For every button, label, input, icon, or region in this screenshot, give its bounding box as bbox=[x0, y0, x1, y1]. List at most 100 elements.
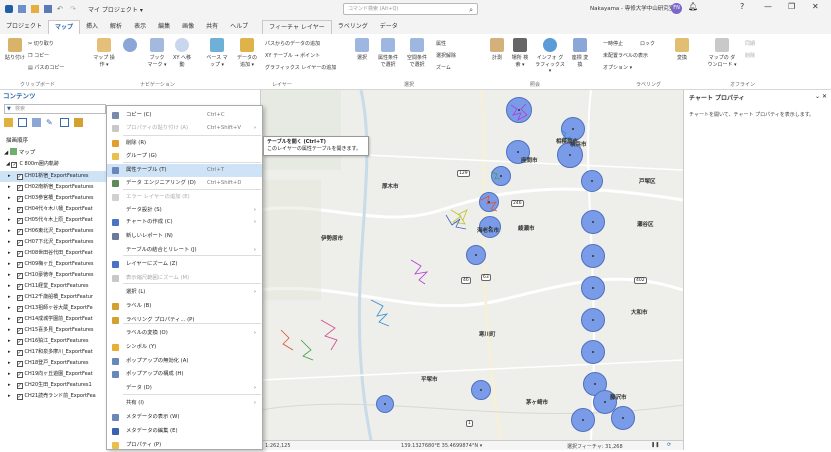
notification-bell-icon[interactable]: 🔔︎ bbox=[688, 2, 698, 11]
menu-item[interactable]: ラベル (B) bbox=[107, 300, 262, 313]
menu-item[interactable]: チャートの作成 (C) › bbox=[107, 216, 262, 229]
restore-button[interactable]: ❐ bbox=[788, 2, 795, 11]
undo-icon[interactable]: ↶ bbox=[57, 5, 65, 13]
tab-feature-layer[interactable]: フィーチャ レイヤー bbox=[262, 20, 332, 34]
select-button[interactable]: 選択 bbox=[353, 38, 371, 61]
locate-button[interactable]: 場所 検索 ▾ bbox=[510, 38, 530, 68]
list-by-drawing-order-icon[interactable] bbox=[4, 118, 13, 127]
cut-button[interactable]: ✂ 切り取り bbox=[28, 40, 54, 47]
tab-view[interactable]: 表示 bbox=[128, 20, 152, 34]
select-by-location-button[interactable]: 空間条件 で選択 bbox=[405, 38, 429, 68]
view-unplaced-button[interactable]: 未配置ラベルの表示 bbox=[603, 52, 648, 59]
fixed-zoom-button[interactable] bbox=[120, 38, 140, 54]
xy-icon bbox=[175, 38, 189, 52]
copy-button[interactable]: ❐ コピー bbox=[28, 52, 49, 59]
menu-item[interactable]: 共有 (I) › bbox=[107, 397, 262, 410]
tab-insert[interactable]: 挿入 bbox=[80, 20, 104, 34]
menu-item-shortcut: Ctrl+C bbox=[207, 112, 225, 118]
attributes-button[interactable]: 属性 bbox=[436, 40, 446, 47]
menu-item[interactable]: コピー (C) Ctrl+C bbox=[107, 109, 262, 122]
pause-drawing-icon[interactable]: ❚❚ bbox=[651, 442, 659, 448]
help-button[interactable]: ? bbox=[740, 2, 744, 11]
refresh-icon[interactable]: ⟳ bbox=[667, 442, 671, 448]
save-icon[interactable] bbox=[44, 5, 52, 13]
labeling-options-button[interactable]: オプション ▾ bbox=[603, 64, 632, 71]
menu-item[interactable]: エラー レイヤーの追加 (E) bbox=[107, 191, 262, 204]
menu-item[interactable]: メタデータの表示 (W) bbox=[107, 411, 262, 424]
menu-item[interactable]: ポップアップの無効化 (A) bbox=[107, 355, 262, 368]
menu-item-label: 選択 (L) bbox=[126, 289, 146, 295]
menu-item[interactable]: レイヤーにズーム (Z) bbox=[107, 258, 262, 271]
explore-tool[interactable]: マップ 操作 ▾ bbox=[93, 38, 115, 68]
menu-item-label: メタデータの表示 (W) bbox=[126, 414, 180, 420]
menu-item[interactable]: ラベリング プロパティ... (P) bbox=[107, 314, 262, 327]
zoom-to-selection-button[interactable]: ズーム bbox=[436, 64, 451, 71]
close-button[interactable]: ✕ bbox=[812, 2, 819, 11]
pause-labeling-button[interactable]: 一時停止 bbox=[603, 40, 623, 47]
tab-edit[interactable]: 編集 bbox=[152, 20, 176, 34]
tab-project[interactable]: プロジェクト bbox=[0, 20, 48, 34]
list-by-selection-icon[interactable] bbox=[32, 118, 41, 127]
xy-table-to-point-button[interactable]: XY テーブル → ポイント bbox=[265, 52, 320, 59]
redo-icon[interactable]: ↷ bbox=[70, 5, 78, 13]
command-search-input[interactable]: コマンド検索 (Alt+Q) ⌕ bbox=[343, 3, 478, 15]
basemap-button[interactable]: ベース マップ ▾ bbox=[205, 38, 229, 68]
tab-map[interactable]: マップ bbox=[48, 20, 81, 34]
tab-imagery[interactable]: 画像 bbox=[176, 20, 200, 34]
map-node[interactable]: ◢ マップ bbox=[4, 148, 35, 156]
menu-item[interactable]: 選択 (L) › bbox=[107, 286, 262, 299]
tab-share[interactable]: 共有 bbox=[200, 20, 224, 34]
copy-path-button[interactable]: ▤ パスのコピー bbox=[28, 64, 64, 71]
menu-item[interactable]: シンボル (Y) bbox=[107, 341, 262, 354]
menu-item[interactable]: 削除 (R) bbox=[107, 137, 262, 150]
convert-labels-button[interactable]: 変換 bbox=[672, 38, 692, 61]
coordinate-readout[interactable]: 139.1327680°E 35.4699874°N ▾ bbox=[401, 443, 482, 449]
avatar[interactable]: FN bbox=[671, 3, 682, 14]
scale-value[interactable]: 1:262,125 bbox=[265, 443, 291, 449]
tab-labeling[interactable]: ラベリング bbox=[332, 20, 374, 34]
new-project-icon[interactable] bbox=[18, 5, 26, 13]
remove-offline-button[interactable]: 削除 bbox=[745, 52, 755, 59]
menu-separator bbox=[123, 255, 261, 256]
menu-item[interactable]: 新しいレポート (N) bbox=[107, 230, 262, 243]
sync-button[interactable]: 同期 bbox=[745, 40, 755, 47]
add-graphics-layer-button[interactable]: グラフィックス レイヤーの追加 bbox=[265, 64, 336, 71]
convert-coordinates-button[interactable]: 座標 変換 bbox=[570, 38, 590, 68]
menu-item[interactable]: ラベルの変換 (O) › bbox=[107, 327, 262, 340]
group-layer-row[interactable]: ◢ ✓ C 800m圏内軌跡 bbox=[6, 160, 59, 168]
menu-item[interactable]: メタデータの編集 (E) bbox=[107, 425, 262, 438]
clear-selection-button[interactable]: 選択解除 bbox=[436, 52, 456, 59]
lock-labels-button[interactable]: ロック bbox=[640, 40, 655, 47]
menu-item[interactable]: プロパティ (P) bbox=[107, 439, 262, 452]
open-project-icon[interactable] bbox=[31, 5, 39, 13]
download-map-button[interactable]: マップの ダウンロード ▾ bbox=[707, 38, 737, 68]
menu-item[interactable]: 属性テーブル (T) Ctrl+T bbox=[107, 164, 262, 177]
place-label: 藤沢市 bbox=[610, 395, 627, 401]
go-to-xy-button[interactable]: XY へ移動 bbox=[172, 38, 192, 68]
place-label: 海老名市 bbox=[477, 228, 500, 234]
user-name[interactable]: Nakayama - 専修大学中山研究室 bbox=[590, 4, 674, 12]
tab-data[interactable]: データ bbox=[374, 20, 404, 34]
infographics-button[interactable]: インフォ グラフィックス ▾ bbox=[535, 38, 565, 74]
add-data-button[interactable]: データの 追加 ▾ bbox=[235, 38, 259, 68]
menu-item[interactable]: ポップアップの構成 (H) bbox=[107, 368, 262, 381]
list-by-labeling-icon[interactable] bbox=[74, 118, 83, 127]
add-data-from-path-button[interactable]: パスからのデータの追加 bbox=[265, 40, 320, 47]
tab-help[interactable]: ヘルプ bbox=[224, 20, 254, 34]
minimize-button[interactable]: — bbox=[764, 2, 772, 11]
project-title[interactable]: マイ プロジェクト ▾ bbox=[88, 5, 143, 14]
list-by-source-icon[interactable] bbox=[18, 118, 27, 127]
bookmark-button[interactable]: ブック マーク ▾ bbox=[147, 38, 167, 68]
visibility-checkbox[interactable]: ✓ bbox=[11, 162, 18, 168]
paste-button[interactable]: 貼り付け bbox=[4, 38, 26, 61]
select-by-attributes-button[interactable]: 属性条件 で選択 bbox=[376, 38, 400, 68]
convert-icon bbox=[675, 38, 689, 52]
contents-filter-input[interactable]: ▼ 検索 bbox=[4, 104, 106, 114]
layer-context-menu: コピー (C) Ctrl+C プロパティの貼り付け (A) Ctrl+Shift+V ›… bbox=[106, 105, 263, 450]
tab-analysis[interactable]: 解析 bbox=[104, 20, 128, 34]
menu-item[interactable]: プロパティの貼り付け (A) Ctrl+Shift+V › bbox=[107, 122, 262, 135]
measure-button[interactable]: 計測 bbox=[488, 38, 506, 61]
list-by-snapping-icon[interactable] bbox=[60, 118, 69, 127]
list-by-editing-icon[interactable]: ✎ bbox=[46, 118, 53, 127]
pane-close-icon[interactable]: ⌄ ✕ bbox=[815, 93, 827, 100]
